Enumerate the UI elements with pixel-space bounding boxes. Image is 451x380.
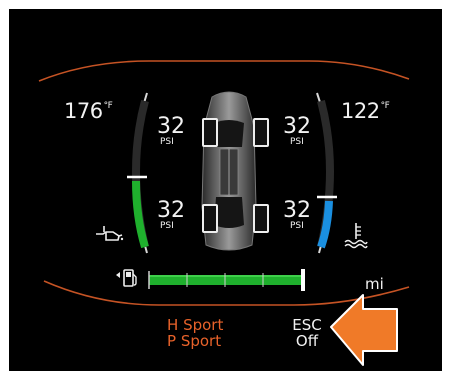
right-temperature-unit: °F	[380, 101, 390, 111]
tire-front-left-icon	[202, 118, 218, 147]
p-letter: P	[167, 332, 177, 350]
esc-label: ESC	[292, 316, 322, 334]
orange-arrow-icon	[330, 294, 398, 366]
instrument-cluster-display: 176°F 122°F 32 PSI 32 PSI 32 PSI 32 PSI …	[9, 9, 442, 371]
pressure-unit: PSI	[290, 137, 304, 147]
left-temperature: 176°F	[64, 99, 113, 123]
left-temperature-value: 176	[64, 99, 103, 123]
pressure-unit: PSI	[160, 137, 174, 147]
drive-modes: H Sport P Sport	[167, 317, 223, 349]
h-mode-row: H Sport	[167, 317, 223, 333]
pressure-unit: PSI	[160, 221, 174, 231]
front-right-pressure: 32 PSI	[279, 116, 315, 147]
pressure-unit: PSI	[290, 221, 304, 231]
esc-state: Off	[295, 332, 319, 350]
pressure-value: 32	[283, 198, 311, 223]
p-mode-row: P Sport	[167, 333, 223, 349]
coolant-temperature-icon	[344, 223, 368, 249]
oil-temperature-icon	[96, 226, 124, 241]
right-temperature-value: 122	[341, 99, 380, 123]
fuel-pump-icon	[116, 269, 137, 287]
pressure-value: 32	[157, 198, 185, 223]
esc-status: ESC Off	[287, 317, 327, 349]
rear-right-pressure: 32 PSI	[279, 200, 315, 231]
rear-left-pressure: 32 PSI	[153, 200, 189, 231]
fuel-level-bar	[148, 269, 305, 291]
right-temperature: 122°F	[341, 99, 390, 123]
tire-rear-right-icon	[253, 204, 269, 233]
left-temperature-unit: °F	[103, 101, 113, 111]
tire-rear-left-icon	[202, 204, 218, 233]
tire-front-right-icon	[253, 118, 269, 147]
p-mode: Sport	[180, 332, 222, 350]
pressure-value: 32	[283, 114, 311, 139]
pressure-value: 32	[157, 114, 185, 139]
front-left-pressure: 32 PSI	[153, 116, 189, 147]
